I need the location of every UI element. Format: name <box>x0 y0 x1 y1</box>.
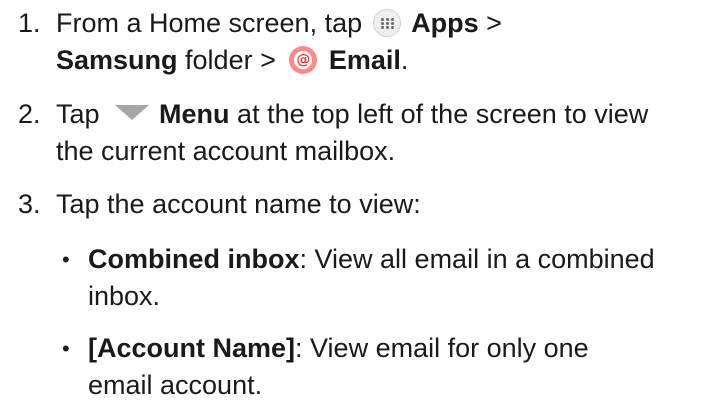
step-line: From a Home screen, tap Apps > <box>56 5 698 42</box>
email-label: Email <box>328 45 401 75</box>
step-text: From a Home screen, tap Apps > Samsung f… <box>56 5 698 79</box>
bullet-term: [Account Name] <box>88 333 296 363</box>
bullet-line: [Account Name]: View email for only one <box>88 330 698 367</box>
apps-label: Apps <box>411 8 479 38</box>
menu-label: Menu <box>159 99 230 129</box>
step-number: 2. <box>18 99 41 129</box>
menu-triangle-icon <box>115 105 150 120</box>
bullet-line: email account. <box>88 370 263 400</box>
instruction-text: Tap <box>56 99 108 129</box>
samsung-label: Samsung <box>56 45 178 75</box>
step-number: 1. <box>18 8 41 38</box>
step-line: Tap the account name to view: <box>56 189 421 219</box>
bullet-term: Combined inbox <box>88 244 300 274</box>
bullet-description: : View email for only one <box>295 333 589 363</box>
instruction-text: folder > <box>177 45 284 75</box>
step-line: Tap Menu at the top left of the screen t… <box>56 96 698 133</box>
bullet-text: Combined inbox: View all email in a comb… <box>88 241 698 315</box>
bullet-line: Combined inbox: View all email in a comb… <box>88 241 698 278</box>
bullet-description: : View all email in a combined <box>299 244 655 274</box>
bullet-marker: • <box>62 336 70 361</box>
step-number: 3. <box>18 189 41 219</box>
bullet-marker: • <box>62 247 70 272</box>
bullet-line: inbox. <box>88 281 161 311</box>
instruction-text: From a Home screen, tap <box>56 8 370 38</box>
apps-grid-icon <box>372 9 401 37</box>
step-text: Tap the account name to view: <box>56 186 698 223</box>
email-at-icon: @ <box>289 46 318 74</box>
step-line: Samsung folder > @ Email. <box>56 42 698 79</box>
step-line: the current account mailbox. <box>56 136 396 166</box>
bullet-text: [Account Name]: View email for only one … <box>88 330 698 404</box>
step-text: Tap Menu at the top left of the screen t… <box>56 96 698 170</box>
instruction-text: . <box>400 45 409 75</box>
instruction-text: at the top left of the screen to view <box>229 99 649 129</box>
instruction-text: > <box>478 8 502 38</box>
